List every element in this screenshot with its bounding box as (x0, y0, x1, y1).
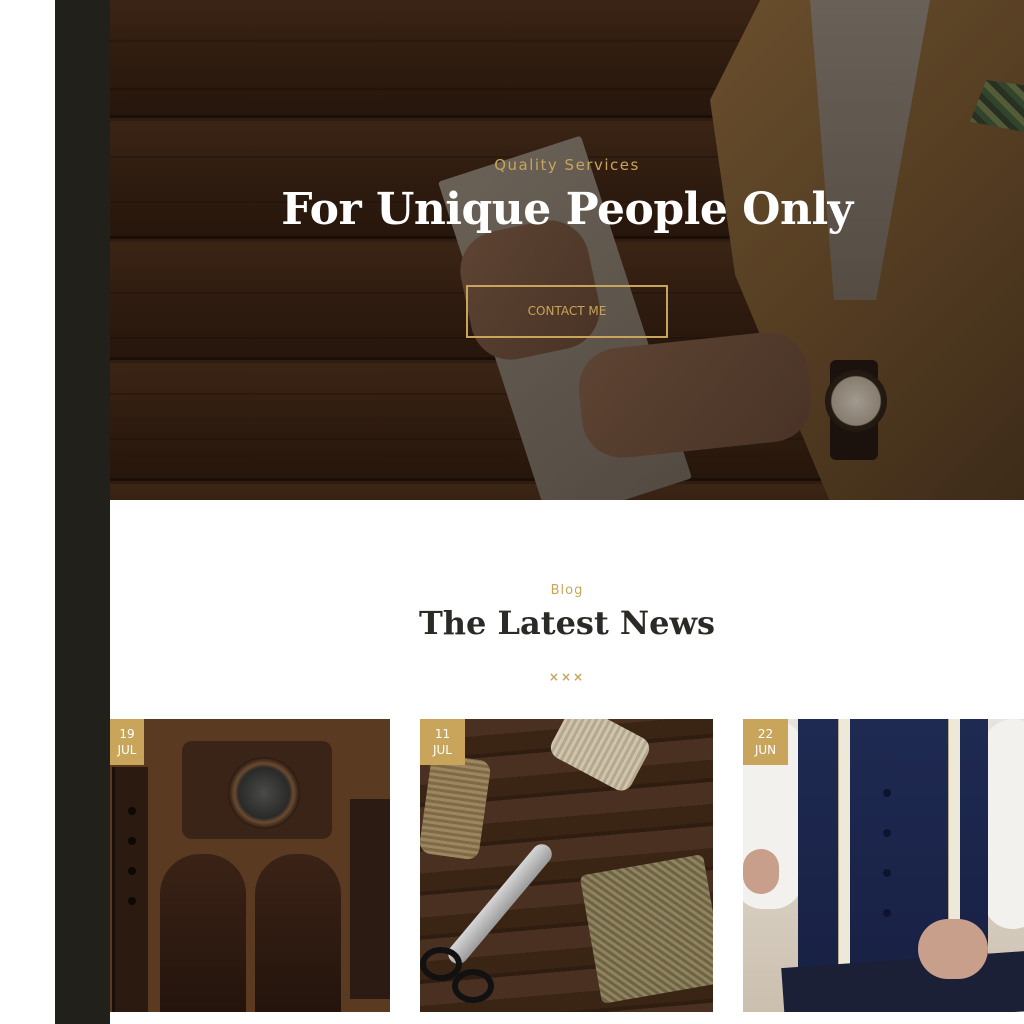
date-day: 19 (119, 727, 135, 741)
date-day: 11 (434, 727, 451, 741)
date-month: JUL (432, 743, 452, 757)
hero-content: Quality Services For Unique People Only … (110, 0, 1024, 500)
date-badge: 19 JUL (110, 719, 144, 765)
date-badge: 22 JUN (743, 719, 788, 765)
blog-post-card[interactable]: 22 JUN (743, 719, 1024, 1012)
blog-section: Blog The Latest News ××× 19 JUL 11 JUL 2… (110, 500, 1024, 1024)
blog-post-card[interactable]: 19 JUL (110, 719, 390, 1012)
side-strip (55, 0, 110, 1024)
page-margin (0, 0, 55, 1024)
blog-kicker: Blog (550, 583, 584, 598)
date-month: JUL (117, 743, 137, 757)
date-month: JUN (754, 743, 777, 757)
divider-ornament: ××× (548, 670, 586, 684)
date-badge: 11 JUL (420, 719, 465, 765)
blog-title: The Latest News (418, 604, 716, 642)
contact-me-button[interactable]: CONTACT ME (466, 285, 668, 338)
hero-section: Quality Services For Unique People Only … (110, 0, 1024, 500)
date-day: 22 (757, 727, 774, 741)
blog-post-card[interactable]: 11 JUL (420, 719, 713, 1012)
hero-title: For Unique People Only (281, 184, 853, 235)
hero-kicker: Quality Services (494, 156, 640, 174)
